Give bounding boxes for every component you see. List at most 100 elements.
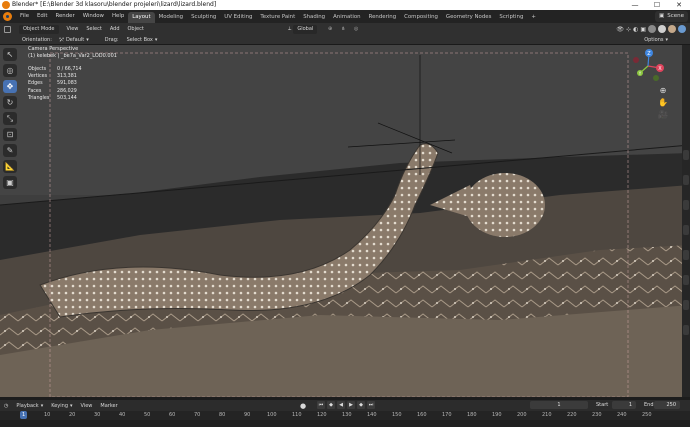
sidebar-tab-item[interactable] — [683, 150, 689, 160]
keying-menu[interactable]: Keying ▾ — [47, 400, 76, 412]
sidebar-tab-extra[interactable] — [683, 325, 689, 335]
gizmo-toggle-icon[interactable]: ⊹ — [626, 26, 631, 33]
visibility-icon[interactable]: 👁 — [616, 26, 624, 33]
transform-tool-icon[interactable]: ⊡ — [3, 128, 17, 141]
select-tool-icon[interactable]: ↖ — [3, 48, 17, 61]
add-cube-tool-icon[interactable]: ▣ — [3, 176, 17, 189]
proportional-edit-icon[interactable]: ◎ — [350, 23, 362, 35]
sidebar-tab-extra[interactable] — [683, 275, 689, 285]
current-frame-field[interactable]: 1 — [530, 401, 588, 409]
editor-type-button[interactable] — [0, 25, 15, 33]
active-object-label: (1) kelebek | _be7a_Var2_LOD0.001 — [28, 52, 117, 59]
chevron-down-icon: ▾ — [154, 36, 158, 43]
blender-logo-icon[interactable] — [3, 12, 12, 21]
neg-x-axis-handle[interactable] — [633, 57, 639, 63]
orientation-default-icon: ⤱ — [59, 36, 64, 43]
neg-y-axis-handle[interactable] — [653, 75, 659, 81]
zoom-icon[interactable]: ⊕ — [658, 86, 668, 96]
timeline-view-menu[interactable]: View — [77, 400, 97, 412]
drag-dropdown[interactable]: Select Box ▾ — [123, 34, 162, 46]
sidebar-tab-tool[interactable] — [683, 175, 689, 185]
solid-shading-icon[interactable] — [658, 25, 666, 33]
tool-shelf: ↖ ◎ ✥ ↻ ⤡ ⊡ ✎ 📐 ▣ — [3, 48, 19, 189]
title-bar: Blender* [E:\Blender 3d klasoru\blender … — [0, 0, 690, 10]
overlay-icon[interactable]: ◐ — [633, 26, 638, 33]
xray-icon[interactable]: ▣ — [640, 26, 646, 33]
options-dropdown[interactable]: Options ▾ — [640, 34, 672, 46]
add-workspace-button[interactable]: + — [527, 12, 540, 23]
marker-menu[interactable]: Marker — [96, 400, 121, 412]
sidebar-tab-view[interactable] — [683, 200, 689, 210]
keying-label: Keying — [51, 402, 68, 409]
wireframe-shading-icon[interactable] — [648, 25, 656, 33]
ruler-tick: 160 — [417, 412, 427, 418]
camera-view-icon[interactable]: 🎥 — [658, 110, 668, 120]
ruler-tick: 90 — [244, 412, 251, 418]
next-keyframe-icon[interactable]: ◆ — [357, 401, 365, 409]
tab-layout[interactable]: Layout — [128, 12, 155, 23]
menu-edit[interactable]: Edit — [33, 10, 51, 23]
sidebar-tab-extra[interactable] — [683, 250, 689, 260]
measure-tool-icon[interactable]: 📐 — [3, 160, 17, 173]
cursor-tool-icon[interactable]: ◎ — [3, 64, 17, 77]
playback-controls: ⏮ ◆ ◀ ▶ ◆ ⏭ — [317, 401, 375, 409]
current-frame-indicator[interactable]: 1 — [20, 411, 28, 419]
tab-animation[interactable]: Animation — [329, 12, 364, 23]
material-shading-icon[interactable] — [668, 25, 676, 33]
playback-label: Playback — [16, 402, 39, 409]
sidebar-toggle-strip[interactable] — [682, 45, 690, 397]
timeline-editor-icon[interactable]: ◷ — [0, 400, 12, 412]
end-frame-field[interactable]: 250 — [654, 401, 680, 409]
menu-render[interactable]: Render — [51, 10, 78, 23]
frame-ruler[interactable]: 1 10 20 30 40 50 60 70 80 90 100 110 120… — [0, 411, 690, 420]
drag-value: Select Box — [126, 36, 153, 43]
chevron-down-icon: ▾ — [70, 402, 73, 409]
maximize-button[interactable]: ☐ — [646, 0, 668, 10]
jump-end-icon[interactable]: ⏭ — [367, 401, 375, 409]
3d-viewport[interactable] — [0, 45, 690, 397]
record-icon[interactable]: ● — [300, 402, 306, 410]
play-reverse-icon[interactable]: ◀ — [337, 401, 345, 409]
pivot-icon[interactable]: ⊕ — [324, 23, 336, 35]
tab-rendering[interactable]: Rendering — [365, 12, 401, 23]
tab-sculpting[interactable]: Sculpting — [187, 12, 220, 23]
drag-label: Drag: — [104, 36, 119, 43]
navigation-gizmo[interactable]: X Z Y — [628, 46, 668, 86]
tab-geometry-nodes[interactable]: Geometry Nodes — [442, 12, 495, 23]
prev-keyframe-icon[interactable]: ◆ — [327, 401, 335, 409]
snap-icon[interactable]: ⋔ — [337, 23, 349, 35]
object-mode-label: Object Mode — [19, 24, 59, 34]
object-mode-dropdown[interactable]: Object Mode — [15, 24, 63, 34]
sidebar-tab-extra[interactable] — [683, 225, 689, 235]
tab-modeling[interactable]: Modeling — [155, 12, 188, 23]
z-axis-label: Z — [647, 51, 651, 57]
minimize-button[interactable]: — — [624, 0, 646, 10]
menu-file[interactable]: File — [16, 10, 33, 23]
menu-help[interactable]: Help — [108, 10, 128, 23]
tab-compositing[interactable]: Compositing — [400, 12, 442, 23]
tab-texture-paint[interactable]: Texture Paint — [256, 12, 299, 23]
transform-orientation-dropdown[interactable]: ⟂ Global — [284, 23, 321, 35]
scene-selector[interactable]: ▣ Scene — [655, 11, 688, 22]
annotate-tool-icon[interactable]: ✎ — [3, 144, 17, 157]
rotate-tool-icon[interactable]: ↻ — [3, 96, 17, 109]
blender-window: Blender* [E:\Blender 3d klasoru\blender … — [0, 0, 690, 427]
orientation-dropdown[interactable]: ⤱ Default ▾ — [56, 34, 93, 46]
tab-scripting[interactable]: Scripting — [495, 12, 527, 23]
play-icon[interactable]: ▶ — [347, 401, 355, 409]
scene-label: Scene — [667, 13, 684, 19]
pan-hand-icon[interactable]: ✋ — [658, 98, 668, 108]
jump-start-icon[interactable]: ⏮ — [317, 401, 325, 409]
menu-window[interactable]: Window — [79, 10, 108, 23]
tab-shading[interactable]: Shading — [299, 12, 329, 23]
start-frame-field[interactable]: 1 — [612, 401, 636, 409]
close-button[interactable]: ✕ — [668, 0, 690, 10]
rendered-shading-icon[interactable] — [678, 25, 686, 33]
sidebar-tab-extra[interactable] — [683, 300, 689, 310]
move-tool-icon[interactable]: ✥ — [3, 80, 17, 93]
timeline-track[interactable] — [0, 420, 690, 427]
playback-menu[interactable]: Playback ▾ — [12, 400, 47, 412]
tab-uv-editing[interactable]: UV Editing — [220, 12, 256, 23]
scale-tool-icon[interactable]: ⤡ — [3, 112, 17, 125]
options-label: Options — [644, 36, 664, 43]
